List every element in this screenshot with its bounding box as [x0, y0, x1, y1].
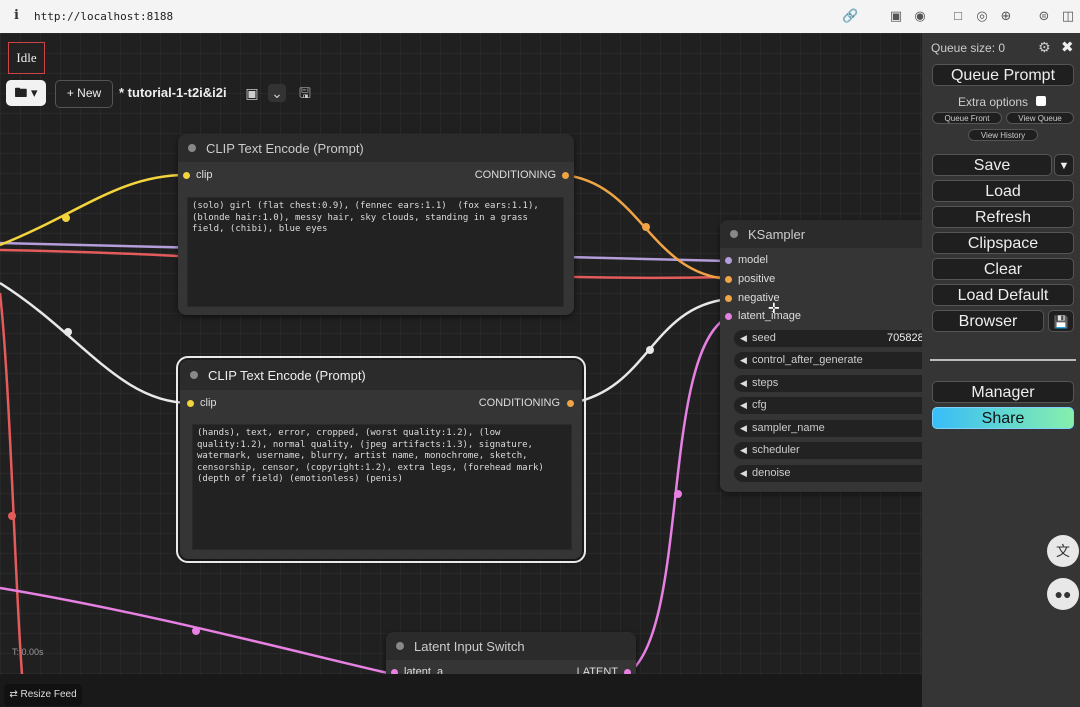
workflow-title[interactable]: * tutorial-1-t2i&i2i [119, 85, 227, 100]
load-button[interactable]: Load [932, 180, 1074, 202]
node-title: CLIP Text Encode (Prompt) [208, 368, 366, 383]
wire-reroute-dot [674, 490, 682, 498]
chevron-down-icon[interactable]: ⌄ [268, 84, 286, 102]
steps-widget[interactable]: ◀ steps [734, 375, 922, 392]
node-title-bar[interactable]: CLIP Text Encode (Prompt) [180, 360, 582, 390]
node-title-bar[interactable]: KSampler [720, 220, 922, 248]
new-workflow-button[interactable]: + New [55, 80, 113, 108]
load-default-button[interactable]: Load Default [932, 284, 1074, 306]
share-button[interactable]: Share [932, 407, 1074, 429]
collapse-dot-icon[interactable] [396, 642, 404, 650]
node-title-bar[interactable]: CLIP Text Encode (Prompt) [178, 134, 574, 162]
clip-text-encode-positive-node[interactable]: CLIP Text Encode (Prompt) clip CONDITION… [178, 134, 574, 315]
queue-side-panel: Queue size: 0 ⚙ ✖ Queue Prompt Extra opt… [922, 33, 1080, 707]
collapse-dot-icon[interactable] [190, 371, 198, 379]
model-input-label: model [738, 254, 768, 266]
node-title: Latent Input Switch [414, 639, 525, 654]
node-canvas[interactable]: Idle 🖿 ▾ + New * tutorial-1-t2i&i2i ▣ ⌄ … [0, 33, 922, 674]
save-button[interactable]: Save [932, 154, 1052, 176]
wire-reroute-dot [8, 512, 16, 520]
prompt-textarea[interactable]: (hands), text, error, cropped, (worst qu… [192, 424, 572, 550]
terminal-icon[interactable]: □ [950, 8, 966, 24]
floppy-disk-icon[interactable]: 💾 [1048, 310, 1074, 332]
camera-icon[interactable]: ◉ [912, 8, 928, 24]
queue-front-button[interactable]: Queue Front [932, 112, 1002, 124]
browser-bar: i http://localhost:8188 🔗 ▣ ◉ □ ◎ ⊕ ⊜ ◫ [0, 0, 1080, 34]
conditioning-output-label: CONDITIONING [478, 397, 560, 409]
queue-prompt-button[interactable]: Queue Prompt [932, 64, 1074, 86]
browser-button[interactable]: Browser [932, 310, 1044, 332]
cursor-move-icon: ✛ [768, 300, 780, 316]
latent-input-switch-node[interactable]: Latent Input Switch latent_a LATENT [386, 632, 636, 674]
crosshair-icon[interactable]: ⊕ [998, 8, 1014, 24]
bottom-bar [0, 674, 922, 707]
latent-a-input-label: latent_a [404, 666, 444, 674]
status-indicator: Idle [8, 42, 45, 74]
workflow-folder-button[interactable]: 🖿 ▾ [6, 80, 46, 106]
image-icon[interactable]: ▣ [243, 84, 261, 102]
render-time-readout: T: 0.00s [12, 647, 44, 657]
node-title: KSampler [748, 227, 806, 242]
node-title: CLIP Text Encode (Prompt) [206, 141, 364, 156]
gear-icon[interactable]: ⚙ [1038, 39, 1051, 56]
clip-input-socket[interactable] [187, 400, 194, 407]
conditioning-output-label: CONDITIONING [474, 169, 556, 181]
clip-text-encode-negative-node[interactable]: CLIP Text Encode (Prompt) clip CONDITION… [176, 356, 586, 563]
extra-options-checkbox[interactable] [1036, 96, 1046, 106]
denoise-widget[interactable]: ◀ denoise [734, 465, 922, 482]
extra-options-label: Extra options [958, 95, 1029, 109]
assistant-bot-icon[interactable]: ●● [1047, 578, 1079, 610]
view-history-button[interactable]: View History [968, 129, 1038, 141]
cfg-widget[interactable]: ◀ cfg [734, 397, 922, 414]
conditioning-output-socket[interactable] [562, 172, 569, 179]
resize-feed-label: Resize Feed [20, 689, 77, 700]
queue-size-label: Queue size: 0 [931, 41, 1006, 55]
panel-divider [930, 359, 1076, 361]
latent-image-input-socket[interactable] [725, 313, 732, 320]
close-icon[interactable]: ✖ [1061, 38, 1074, 56]
negative-input-socket[interactable] [725, 295, 732, 302]
view-queue-button[interactable]: View Queue [1006, 112, 1074, 124]
screen-capture-icon[interactable]: ▣ [888, 8, 904, 24]
wire-reroute-dot [64, 328, 72, 336]
wire-reroute-dot [62, 214, 70, 222]
control-after-generate-widget[interactable]: ◀control_after_generatera [734, 352, 922, 369]
wire-reroute-dot [192, 627, 200, 635]
vae-wire-down [0, 292, 24, 674]
info-icon[interactable]: i [14, 8, 19, 23]
collapse-dot-icon[interactable] [188, 144, 196, 152]
ksampler-node[interactable]: KSampler model positive negative latent_… [720, 220, 922, 492]
refresh-button[interactable]: Refresh [932, 206, 1074, 228]
resize-feed-button[interactable]: ⇄ Resize Feed [4, 684, 82, 706]
model-input-socket[interactable] [725, 257, 732, 264]
prompt-textarea[interactable]: (solo) girl (flat chest:0.9), (fennec ea… [187, 197, 564, 307]
code-icon[interactable]: ⊜ [1036, 8, 1052, 24]
scheduler-widget[interactable]: ◀ scheduler [734, 442, 922, 459]
node-title-bar[interactable]: Latent Input Switch [386, 632, 636, 660]
address-bar[interactable]: http://localhost:8188 [34, 10, 173, 23]
wire-reroute-dot [642, 223, 650, 231]
clip-input-label: clip [200, 397, 217, 409]
positive-input-label: positive [738, 273, 776, 285]
clear-button[interactable]: Clear [932, 258, 1074, 280]
manager-button[interactable]: Manager [932, 381, 1074, 403]
save-dropdown-button[interactable]: ▼ [1054, 154, 1074, 176]
collapse-dot-icon[interactable] [730, 230, 738, 238]
translate-icon[interactable]: 文 [1047, 535, 1079, 567]
latent-output-label: LATENT [576, 666, 618, 674]
clipspace-button[interactable]: Clipspace [932, 232, 1074, 254]
positive-input-socket[interactable] [725, 276, 732, 283]
sidebar-toggle-icon[interactable]: ◫ [1060, 8, 1076, 24]
save-icon[interactable]: 🖫 [296, 84, 314, 102]
sampler-name-widget[interactable]: ◀ sampler_name [734, 420, 922, 437]
wire-reroute-dot [646, 346, 654, 354]
clip-input-socket[interactable] [183, 172, 190, 179]
clip-wire [0, 173, 187, 247]
conditioning-output-socket[interactable] [567, 400, 574, 407]
clip-wire-2 [0, 281, 191, 405]
clip-input-label: clip [196, 169, 213, 181]
link-icon[interactable]: 🔗 [842, 8, 858, 24]
globe-icon[interactable]: ◎ [974, 8, 990, 24]
seed-widget[interactable]: ◀seed70582884 [734, 330, 922, 347]
